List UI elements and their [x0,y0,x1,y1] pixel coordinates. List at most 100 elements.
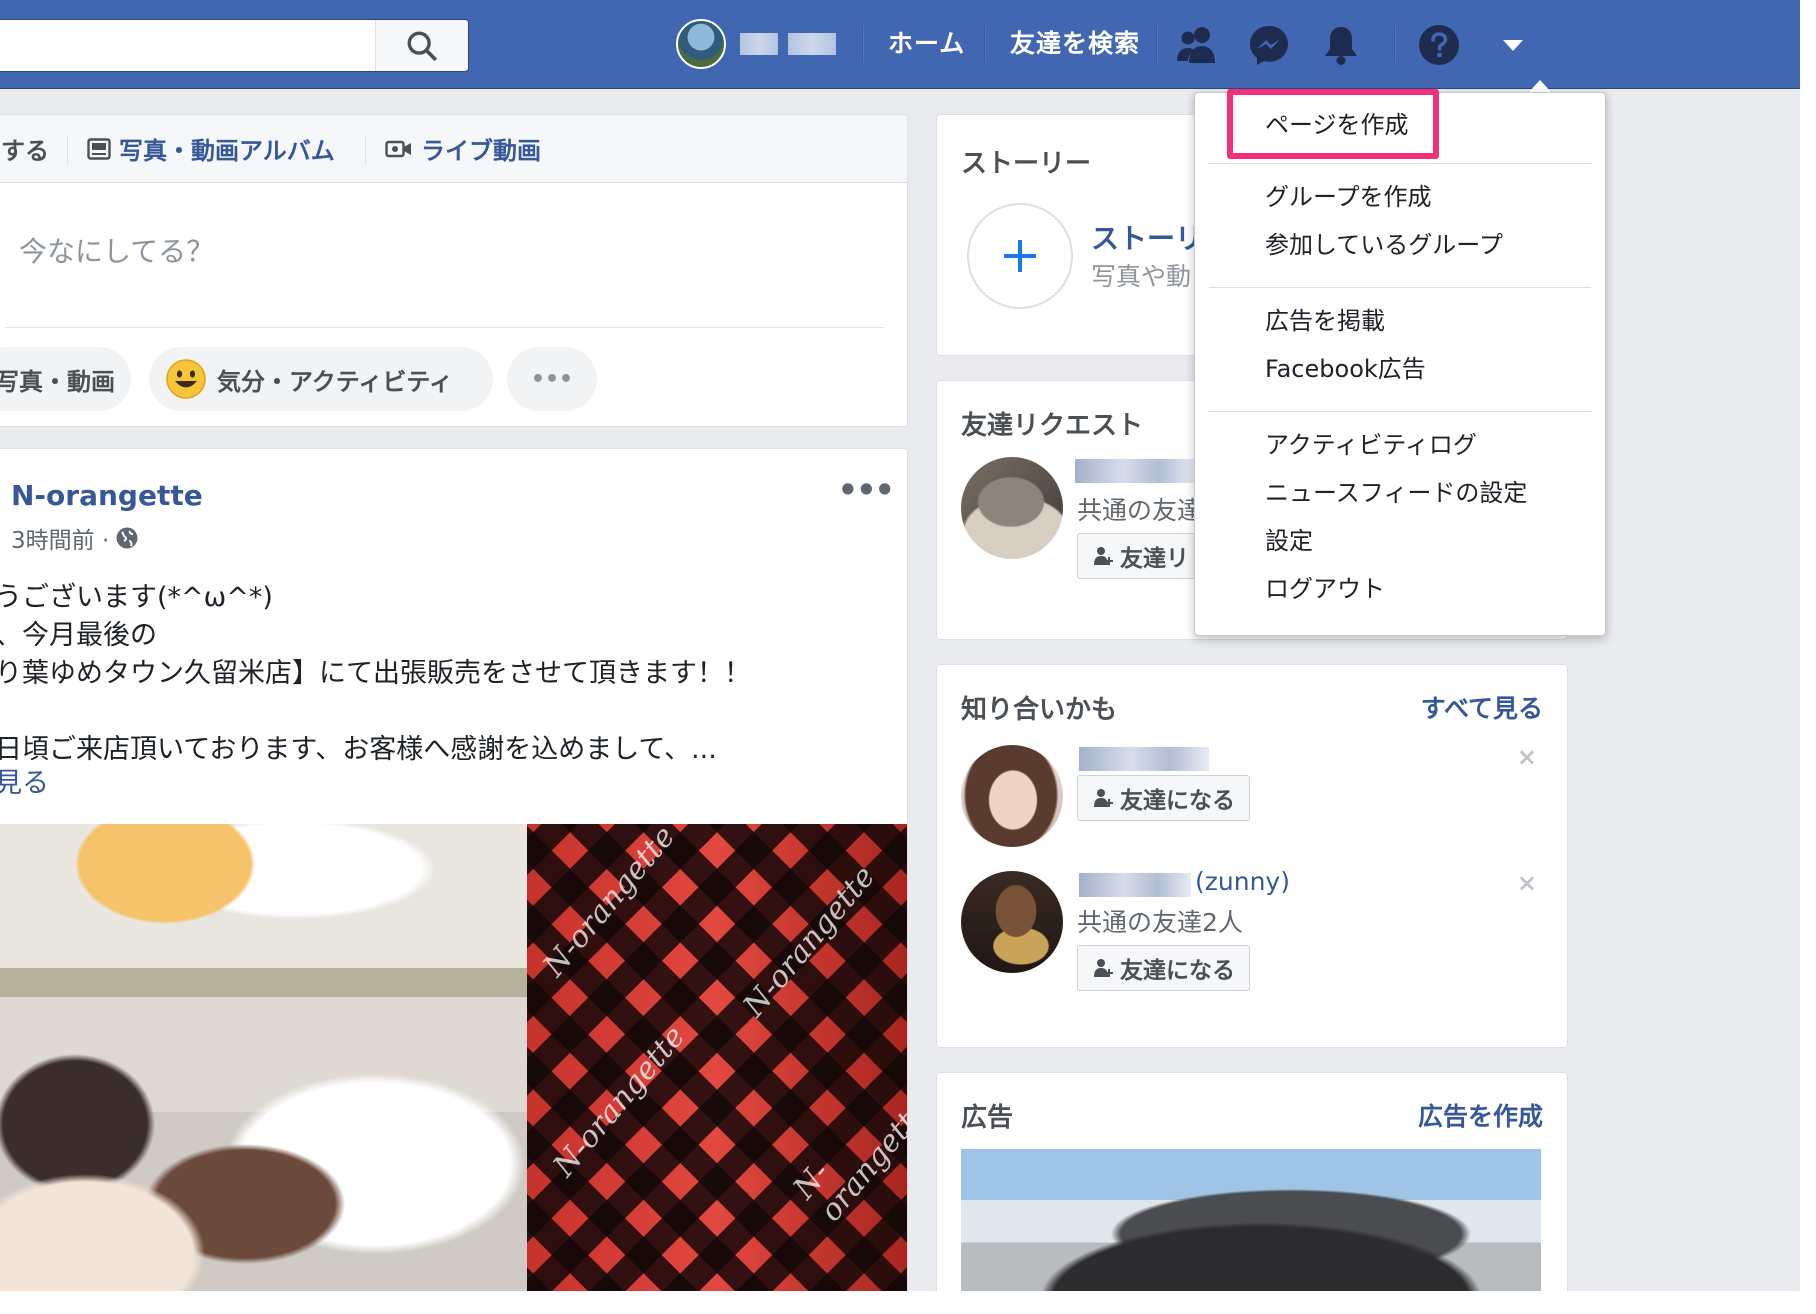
menu-item-my-groups[interactable]: 参加しているグループ [1265,225,1503,260]
avatar [676,19,726,69]
post-meta: 3時間前 · [11,521,139,555]
add-friend-button[interactable]: 友達になる [1077,775,1250,821]
dismiss-suggestion-button[interactable]: × [1517,743,1537,771]
see-more-link[interactable]: 見る [0,761,49,800]
people-you-may-know-panel: 知り合いかも すべて見る 友達になる × (zunny) 共通の友達2人 友達に… [936,664,1568,1048]
ads-title: 広告 [961,1103,1014,1133]
divider [5,327,885,328]
button-label: 友達になる [1120,958,1235,984]
post-photo[interactable]: N-orangette N-orangette N-orangette N-or… [0,824,907,1291]
caret-down-icon [1503,40,1523,51]
nav-profile-link[interactable] [676,19,836,69]
menu-item-create-group[interactable]: グループを作成 [1265,177,1432,212]
help-button[interactable] [1416,22,1462,68]
notifications-button[interactable] [1318,22,1364,68]
nav-divider [984,26,985,62]
menu-item-advertise[interactable]: 広告を掲載 [1265,301,1385,336]
menu-item-create-page[interactable]: ページを作成 [1265,105,1409,140]
image-logo-text: N-orangette [786,1092,907,1229]
see-all-link[interactable]: すべて見る [1421,689,1543,725]
add-story-title[interactable]: ストーリ [1091,217,1203,257]
add-friend-button[interactable]: 友達になる [1077,945,1250,991]
image-logo-text: N-orangette [536,824,683,984]
messenger-icon [1250,26,1288,65]
menu-item-log-out[interactable]: ログアウト [1265,569,1385,604]
button-label: 友達リ [1120,546,1189,572]
post-text-line: 日頃ご来店頂いております、お客様へ感謝を込めまして、... [0,734,717,765]
post-composer: する 写真・動画アルバム ライブ動画 今なにしてる？ 写真・動画 気分・アクティ… [0,114,908,427]
tab-create-post[interactable]: する [1,131,49,166]
friend-request-button[interactable]: 友達リ [1077,533,1204,579]
account-menu-button[interactable] [1490,22,1536,68]
tab-divider [365,135,366,165]
person-name-suffix[interactable]: (zunny) [1195,867,1290,896]
button-label: 気分・アクティビティ [217,367,453,396]
menu-item-settings[interactable]: 設定 [1265,521,1313,556]
photo-album-icon [87,137,111,160]
globe-icon [116,527,138,549]
menu-divider [1209,163,1591,164]
messenger-button[interactable] [1246,22,1292,68]
tab-label: する [1,137,49,165]
photo-sweets [0,824,527,1291]
tab-live-video[interactable]: ライブ動画 [385,131,541,166]
add-friend-icon [1094,789,1113,807]
button-label: 友達になる [1120,788,1235,814]
account-dropdown-menu: ページを作成 グループを作成 参加しているグループ 広告を掲載 Facebook… [1194,89,1606,636]
requester-name-blurred[interactable] [1075,459,1195,483]
search-icon [407,31,437,61]
plus-icon [1004,240,1036,272]
post-text-line: 、今月最後の [0,620,157,651]
search-button[interactable] [375,20,468,71]
add-story-button[interactable] [967,203,1073,309]
avatar[interactable] [961,871,1063,973]
friend-requests-icon [1177,27,1215,63]
smiley-icon [166,359,206,399]
tab-label: ライブ動画 [421,137,541,165]
ad-image[interactable] [961,1149,1541,1291]
news-feed-post: N-orangette 3時間前 · ••• うございます(*^ω^*) 、今月… [0,448,908,1291]
post-text-line: り葉ゆめタウン久留米店】にて出張販売をさせて頂きます！！ [0,658,751,689]
nav-find-friends-link[interactable]: 友達を検索 [1010,24,1140,60]
pymk-title: 知り合いかも [961,695,1118,725]
post-text-line: うございます(*^ω^*) [0,582,273,613]
add-friend-icon [1094,547,1113,565]
composer-input[interactable]: 今なにしてる？ [19,230,214,270]
image-logo-text: N-orangette [546,1019,693,1184]
menu-item-activity-log[interactable]: アクティビティログ [1265,425,1477,460]
image-logo-text: N-orangette [736,859,883,1024]
photo-wrapping-paper: N-orangette N-orangette N-orangette N-or… [527,824,907,1291]
more-options-button[interactable]: ••• [507,347,597,411]
menu-divider [1209,287,1591,288]
feeling-activity-button[interactable]: 気分・アクティビティ [149,347,493,411]
tab-photo-album[interactable]: 写真・動画アルバム [87,131,335,166]
menu-item-facebook-ads[interactable]: Facebook広告 [1265,349,1426,384]
stories-title: ストーリー [961,149,1092,179]
search-input[interactable] [0,19,469,72]
avatar[interactable] [961,745,1063,847]
friend-requests-title: 友達リクエスト [961,411,1144,441]
friend-requests-button[interactable] [1174,22,1220,68]
create-ad-link[interactable]: 広告を作成 [1418,1097,1543,1133]
post-timestamp[interactable]: 3時間前 · [11,521,109,555]
post-author-name[interactable]: N-orangette [11,479,203,512]
mutual-friends[interactable]: 共通の友達2人 [1077,903,1243,939]
dismiss-suggestion-button[interactable]: × [1517,869,1537,897]
nav-home-link[interactable]: ホーム [888,24,965,60]
nav-divider [1394,26,1395,62]
avatar[interactable] [961,457,1063,559]
mutual-friends[interactable]: 共通の友達 [1077,491,1202,527]
nav-divider [1156,26,1157,62]
menu-divider [1209,411,1591,412]
profile-name-blurred [740,33,836,55]
post-options-button[interactable]: ••• [838,471,895,509]
page: ホーム 友達を検索 する 写真・動画アルバム ライブ動画 今なにしてる？ 写真・… [0,0,1800,1291]
person-name-blurred[interactable] [1079,873,1191,897]
menu-item-news-feed-preferences[interactable]: ニュースフィードの設定 [1265,473,1527,508]
video-camera-icon [385,140,411,157]
person-name-blurred[interactable] [1079,747,1209,771]
bell-icon [1325,27,1357,65]
add-story-subtitle: 写真や動 [1091,262,1192,291]
composer-tabs: する 写真・動画アルバム ライブ動画 [0,115,907,183]
photo-video-button[interactable]: 写真・動画 [0,347,131,411]
